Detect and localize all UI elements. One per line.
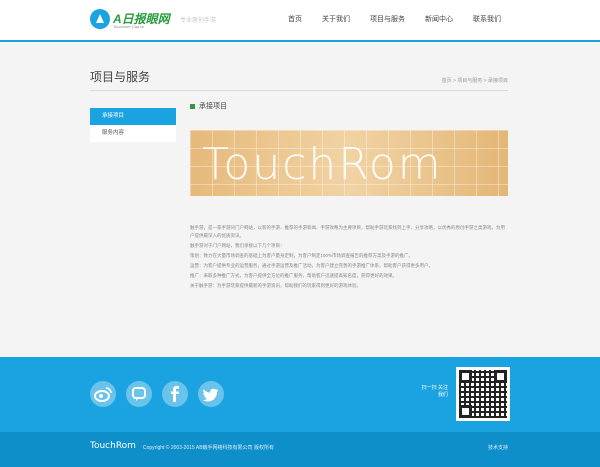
footer-bottom-bar: TouchRom Copyright © 2003-2015 AB触手网络科技有…: [0, 432, 600, 467]
qr-code: [456, 367, 510, 421]
paragraph: 策划：致力在大量市场调查的基础上为客户量身定制，为客户制定100%市场调查报告的…: [190, 253, 414, 258]
twitter-icon[interactable]: [198, 381, 224, 407]
content-text: 触手游，是一家手游同门户网站，以新的手游、推荐的手游新闻、手游攻略为主要项目，帮…: [190, 224, 508, 292]
facebook-icon[interactable]: [162, 381, 188, 407]
page-title: 项目与服务: [90, 70, 151, 84]
breadcrumb[interactable]: 首页 > 项目与服务 > 承接项目: [442, 77, 508, 84]
section-heading: 承接项目: [190, 100, 508, 112]
banner-text: TouchRom: [202, 139, 443, 190]
weibo-icon[interactable]: [90, 381, 116, 407]
sidebar: 承接项目 服务内容: [90, 108, 176, 142]
social-links: [90, 381, 234, 407]
logo-icon: [90, 9, 110, 29]
paragraph: 推广：采取多种推广方式，为客户提供全方位的推广服务，帮助客户迅速提高知名度，获得…: [190, 273, 397, 278]
main-content: 承接项目 TouchRom 触手游，是一家手游同门户网站，以新的手游、推荐的手游…: [190, 100, 508, 288]
nav-item-home[interactable]: 首页: [282, 0, 312, 40]
paragraph: 运营：为客户提供专业的运营服务，通过手游运营及推广活动，为客户建立完善的手游推广…: [190, 263, 433, 268]
paragraph: 触手游，是一家手游同门户网站，以新的手游、推荐的手游新闻、手游攻略为主要项目，帮…: [190, 225, 505, 238]
paragraph: 关于触手游：为手游玩家提供最新的手游资讯，帮助我们的玩家得到更好的游戏体验。: [190, 283, 361, 288]
site-logo[interactable]: A日报眼网 Touchrom·Cay.cn: [90, 9, 170, 33]
sidebar-item-services[interactable]: 服务内容: [90, 125, 176, 142]
header-tagline: 专业原创手游: [180, 18, 217, 24]
qq-icon[interactable]: [126, 381, 152, 407]
banner-image: TouchRom: [190, 130, 508, 196]
main-nav: 首页 关于我们 项目与服务 新闻中心 联系我们: [282, 0, 511, 40]
site-footer: 扫一扫 关注我们: [0, 357, 600, 432]
tech-support-link[interactable]: 技术支持: [488, 444, 508, 451]
sidebar-item-projects[interactable]: 承接项目: [90, 108, 176, 125]
bullet-icon: [190, 103, 195, 109]
copyright-text: Copyright © 2003-2015 AB触手网络科技有限公司 版权所有: [143, 445, 274, 451]
site-header: A日报眼网 Touchrom·Cay.cn 专业原创手游 首页 关于我们 项目与…: [0, 0, 600, 42]
paragraph: 触手游对于门户网站，我们承接以下几个项目：: [190, 243, 285, 248]
title-divider: [90, 90, 508, 91]
nav-item-projects[interactable]: 项目与服务: [360, 0, 415, 40]
footer-brand: TouchRom: [90, 441, 136, 451]
nav-item-contact[interactable]: 联系我们: [463, 0, 511, 40]
section-title-text: 承接项目: [199, 103, 227, 110]
qr-label: 扫一扫 关注我们: [421, 385, 448, 398]
nav-item-about[interactable]: 关于我们: [312, 0, 360, 40]
nav-item-news[interactable]: 新闻中心: [415, 0, 463, 40]
logo-subtext: Touchrom·Cay.cn: [113, 24, 145, 29]
